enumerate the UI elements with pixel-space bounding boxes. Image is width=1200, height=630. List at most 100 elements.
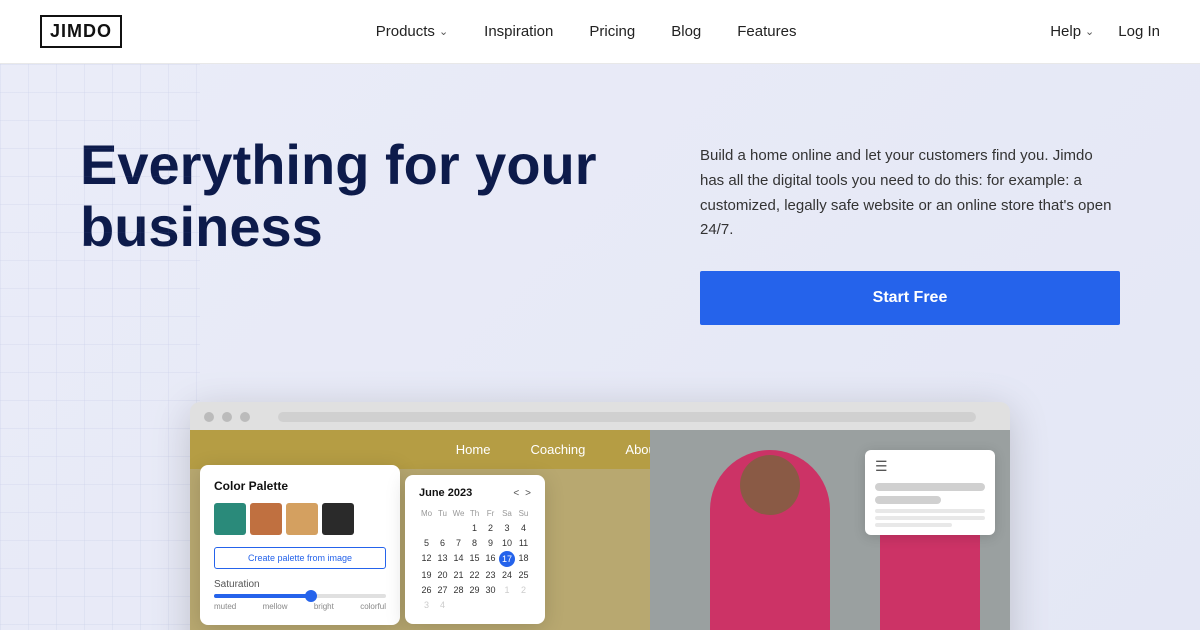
browser-address-bar — [278, 412, 976, 422]
hero-description: Build a home online and let your custome… — [700, 144, 1120, 243]
help-chevron-icon: ⌄ — [1085, 25, 1094, 38]
cal-day: 15 — [467, 551, 482, 567]
cal-day: 3 — [419, 598, 434, 612]
swatch-2 — [250, 503, 282, 535]
nav-inspiration[interactable]: Inspiration — [484, 23, 553, 40]
palette-swatches — [214, 503, 386, 535]
browser-dot-1 — [204, 412, 214, 422]
cal-day: 23 — [483, 568, 498, 582]
calendar-next[interactable]: > — [525, 488, 531, 499]
cal-header-su: Su — [516, 507, 531, 520]
saturation-slider-track — [214, 594, 386, 598]
hero-content: Everything for your business Build a hom… — [0, 64, 1200, 325]
swatch-3 — [286, 503, 318, 535]
cal-day: 25 — [516, 568, 531, 582]
nav-pricing[interactable]: Pricing — [589, 23, 635, 40]
cal-day: 9 — [483, 536, 498, 550]
calendar-grid: Mo Tu We Th Fr Sa Su 1 2 3 4 — [419, 507, 531, 612]
cal-day: 6 — [435, 536, 450, 550]
cal-header-fr: Fr — [483, 507, 498, 520]
cal-header-tu: Tu — [435, 507, 450, 520]
nav-blog[interactable]: Blog — [671, 23, 701, 40]
cal-day: 27 — [435, 583, 450, 597]
nav-login[interactable]: Log In — [1118, 23, 1160, 40]
start-free-button[interactable]: Start Free — [700, 271, 1120, 325]
person1 — [710, 450, 830, 630]
cal-day: 20 — [435, 568, 450, 582]
cal-day: 7 — [451, 536, 466, 550]
swatch-1 — [214, 503, 246, 535]
cal-day: 2 — [483, 521, 498, 535]
hero-section: Everything for your business Build a hom… — [0, 64, 1200, 630]
cal-day: 16 — [483, 551, 498, 567]
saturation-slider-thumb[interactable] — [305, 590, 317, 602]
products-chevron-icon: ⌄ — [439, 25, 448, 38]
hero-left: Everything for your business — [80, 134, 600, 257]
card-line-2 — [875, 516, 985, 520]
cal-header-mo: Mo — [419, 507, 434, 520]
palette-title: Color Palette — [214, 479, 386, 493]
hero-right: Build a home online and let your custome… — [700, 134, 1120, 325]
nav-right: Help ⌄ Log In — [1050, 23, 1160, 40]
cal-day — [435, 521, 450, 535]
label-bright: bright — [314, 602, 334, 611]
cal-day: 1 — [467, 521, 482, 535]
card-bar-1 — [875, 483, 985, 491]
calendar-title: June 2023 — [419, 487, 472, 499]
cal-day: 4 — [516, 521, 531, 535]
label-muted: muted — [214, 602, 236, 611]
card-bar-2 — [875, 496, 941, 504]
cal-day: 30 — [483, 583, 498, 597]
swatch-4 — [322, 503, 354, 535]
create-palette-button[interactable]: Create palette from image — [214, 547, 386, 569]
browser-dot-3 — [240, 412, 250, 422]
nav-help[interactable]: Help ⌄ — [1050, 23, 1094, 40]
hamburger-icon: ☰ — [875, 458, 985, 475]
browser-dot-2 — [222, 412, 232, 422]
calendar-card: June 2023 < > Mo Tu We Th Fr Sa Su — [405, 475, 545, 624]
nav-center: Products ⌄ Inspiration Pricing Blog Feat… — [376, 23, 797, 40]
cal-day: 11 — [516, 536, 531, 550]
cal-day: 10 — [499, 536, 515, 550]
mockup-nav-coaching: Coaching — [530, 442, 585, 457]
navbar: JIMDO Products ⌄ Inspiration Pricing Blo… — [0, 0, 1200, 64]
label-mellow: mellow — [263, 602, 288, 611]
small-overlay-card: ☰ — [865, 450, 995, 535]
card-line-3 — [875, 523, 952, 527]
cal-day: 2 — [516, 583, 531, 597]
cal-day: 24 — [499, 568, 515, 582]
cal-day: 21 — [451, 568, 466, 582]
cal-day — [451, 521, 466, 535]
cal-day: 26 — [419, 583, 434, 597]
browser-window: Home Coaching About Contact Color Palett… — [190, 402, 1010, 630]
cal-header-sa: Sa — [499, 507, 515, 520]
logo[interactable]: JIMDO — [40, 15, 122, 48]
hero-title: Everything for your business — [80, 134, 600, 257]
cal-day: 28 — [451, 583, 466, 597]
cal-header-we: We — [451, 507, 466, 520]
cal-day-today: 17 — [499, 551, 515, 567]
browser-topbar — [190, 412, 1010, 430]
label-colorful: colorful — [360, 602, 386, 611]
slider-labels: muted mellow bright colorful — [214, 602, 386, 611]
nav-products[interactable]: Products ⌄ — [376, 23, 448, 40]
mockup-nav-home: Home — [456, 442, 491, 457]
cal-day: 14 — [451, 551, 466, 567]
cal-day: 5 — [419, 536, 434, 550]
cal-day: 22 — [467, 568, 482, 582]
cal-day: 8 — [467, 536, 482, 550]
calendar-prev[interactable]: < — [513, 488, 519, 499]
cal-day: 1 — [499, 583, 515, 597]
cal-day: 3 — [499, 521, 515, 535]
saturation-label: Saturation — [214, 579, 386, 590]
cal-day: 19 — [419, 568, 434, 582]
color-palette-card: Color Palette Create palette from image … — [200, 465, 400, 625]
cal-day: 18 — [516, 551, 531, 567]
cal-day: 12 — [419, 551, 434, 567]
cal-day: 29 — [467, 583, 482, 597]
cal-day: 13 — [435, 551, 450, 567]
calendar-header: June 2023 < > — [419, 487, 531, 499]
nav-features[interactable]: Features — [737, 23, 796, 40]
browser-mockup: Home Coaching About Contact Color Palett… — [190, 402, 1010, 630]
cal-day — [419, 521, 434, 535]
